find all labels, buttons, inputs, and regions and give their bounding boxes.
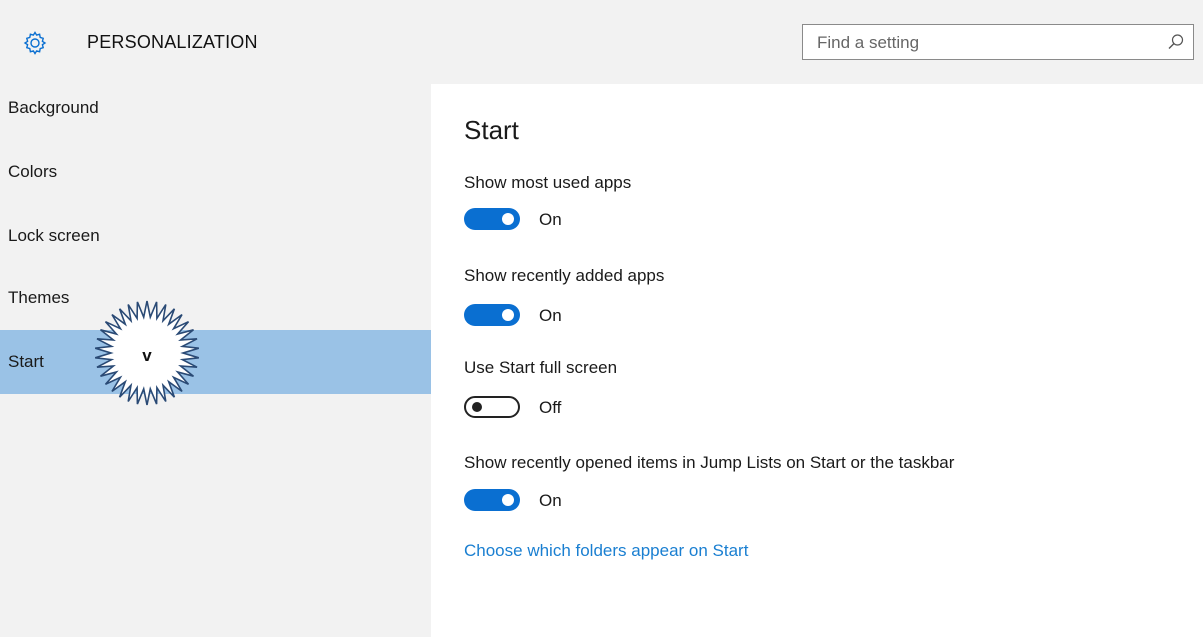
toggle-start-full-screen[interactable] [464, 396, 520, 418]
main-content: Start Show most used apps On Show recent… [431, 84, 1203, 637]
toggle-state-recently-added-apps: On [539, 306, 562, 325]
sidebar: Background Colors Lock screen Themes Sta… [0, 84, 431, 637]
sidebar-item-colors[interactable]: Colors [0, 140, 431, 204]
sidebar-item-label: Colors [8, 162, 58, 181]
toggle-recently-added-apps[interactable] [464, 304, 520, 326]
toggle-state-start-full-screen: Off [539, 398, 562, 417]
header-bar: PERSONALIZATION [0, 0, 1203, 84]
search-input[interactable] [815, 25, 1159, 61]
setting-label-jump-lists: Show recently opened items in Jump Lists… [464, 453, 955, 472]
sidebar-item-start[interactable]: Start [0, 330, 431, 394]
search-box[interactable] [802, 24, 1194, 61]
sidebar-item-themes[interactable]: Themes [0, 266, 431, 330]
toggle-jump-lists[interactable] [464, 489, 520, 511]
setting-label-recently-added-apps: Show recently added apps [464, 266, 665, 285]
toggle-state-most-used-apps: On [539, 210, 562, 229]
setting-label-start-full-screen: Use Start full screen [464, 358, 618, 377]
sidebar-item-label: Background [8, 98, 99, 117]
choose-folders-link[interactable]: Choose which folders appear on Start [464, 541, 748, 561]
toggle-state-jump-lists: On [539, 491, 562, 510]
gear-icon [23, 31, 47, 55]
app-title: PERSONALIZATION [87, 32, 258, 52]
search-icon[interactable] [1167, 33, 1185, 51]
sidebar-item-label: Lock screen [8, 226, 100, 245]
sidebar-item-background[interactable]: Background [0, 76, 431, 140]
sidebar-item-lock-screen[interactable]: Lock screen [0, 204, 431, 268]
sidebar-item-label: Themes [8, 288, 70, 307]
sidebar-item-label: Start [8, 352, 44, 371]
settings-window: PERSONALIZATION Background Colors Lock s… [0, 0, 1203, 637]
page-title: Start [464, 115, 519, 145]
toggle-most-used-apps[interactable] [464, 208, 520, 230]
setting-label-most-used-apps: Show most used apps [464, 173, 632, 192]
